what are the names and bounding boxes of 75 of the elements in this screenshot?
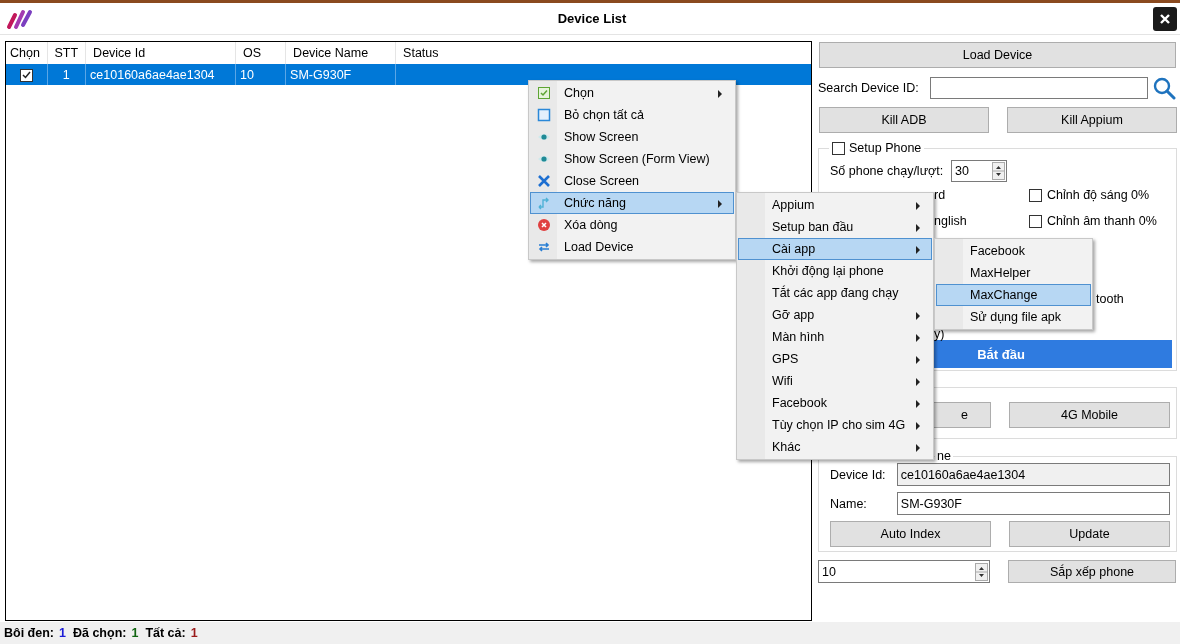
menu-item[interactable]: Setup ban đầu <box>738 216 932 238</box>
menu-item[interactable]: MaxHelper <box>936 262 1091 284</box>
menu-item[interactable]: Appium <box>738 194 932 216</box>
status-label: Tất cả: <box>145 626 186 640</box>
menu-item[interactable]: Khác <box>738 436 932 458</box>
menu-item[interactable]: Cài app <box>738 238 932 260</box>
logo-icon <box>6 7 34 30</box>
menu-item[interactable]: Gỡ app <box>738 304 932 326</box>
option-label: Chỉnh âm thanh 0% <box>1047 214 1157 228</box>
checkbox-icon <box>537 86 551 100</box>
status-count: 1 <box>190 626 198 640</box>
table-cell: ce10160a6ae4ae1304 <box>85 64 236 85</box>
menu-item[interactable]: Tùy chọn IP cho sim 4G <box>738 414 932 436</box>
group-label: ne <box>936 449 952 463</box>
status-count: 1 <box>59 626 66 640</box>
kill-button[interactable]: Kill ADB <box>819 107 989 133</box>
option-label: rd <box>934 188 946 202</box>
menu-item[interactable]: Chức năng <box>530 192 734 214</box>
device-button[interactable]: Auto Index <box>830 521 991 547</box>
menu-item[interactable]: Facebook <box>738 392 932 414</box>
number-spinner[interactable]: 10 <box>818 560 990 583</box>
menu-item[interactable]: Chọn <box>530 82 734 104</box>
setup-checkbox[interactable] <box>832 141 845 155</box>
arrange-button[interactable]: Sắp xếp phone <box>1008 560 1176 583</box>
status-label: Đã chọn: <box>72 626 127 640</box>
menu-item[interactable]: Xóa dòng <box>530 214 734 236</box>
menu-item[interactable]: Wifi <box>738 370 932 392</box>
table-cell: 10 <box>235 64 286 85</box>
row-checkbox[interactable] <box>19 68 33 82</box>
search-label: Search Device ID: <box>818 81 920 95</box>
option-label: tooth <box>1096 292 1124 306</box>
search-field[interactable] <box>930 77 1148 99</box>
window-title: Device List <box>556 11 628 26</box>
square-icon <box>537 108 551 122</box>
menu-item[interactable]: Show Screen (Form View) <box>530 148 734 170</box>
count-spinner[interactable]: 30 <box>951 160 1007 182</box>
name-field[interactable]: SM-G930F <box>896 492 1170 515</box>
swap-arrows-icon <box>537 240 551 254</box>
option-checkbox[interactable] <box>1029 214 1042 228</box>
count-label: Số phone chạy/lượt: <box>830 164 945 178</box>
menu-item[interactable]: MaxChange <box>936 284 1091 306</box>
status-label: Bôi đen: <box>4 626 54 640</box>
status-count: 1 <box>131 626 139 640</box>
check-icon <box>21 71 31 80</box>
option-label: y) <box>934 329 946 340</box>
table-cell: 1 <box>47 64 86 85</box>
column-header[interactable]: Status <box>395 42 811 64</box>
name-label: Name: <box>830 496 868 511</box>
device-button[interactable]: Update <box>1009 521 1170 547</box>
menu-item[interactable]: Show Screen <box>530 126 734 148</box>
spinner-arrows-icon <box>975 562 988 581</box>
delete-icon <box>537 218 551 232</box>
menu-item[interactable]: Close Screen <box>530 170 734 192</box>
turn-arrow-icon <box>537 196 551 210</box>
load-device-button[interactable]: Load Device <box>819 42 1176 68</box>
menu-item[interactable]: Khởi động lại phone <box>738 260 932 282</box>
close-button[interactable] <box>1153 6 1177 31</box>
option-label: Chỉnh độ sáng 0% <box>1047 188 1150 202</box>
network-button[interactable]: 4G Mobile <box>1009 402 1170 428</box>
menu-item[interactable]: Load Device <box>530 236 734 258</box>
search-icon <box>1152 76 1176 100</box>
kill-button[interactable]: Kill Appium <box>1007 107 1177 133</box>
menu-item[interactable]: Bỏ chọn tất cả <box>530 104 734 126</box>
spinner-arrows-icon <box>992 162 1005 180</box>
table-cell: SM-G930F <box>285 64 396 85</box>
menu-item[interactable]: Sử dụng file apk <box>936 306 1091 328</box>
close-icon <box>1159 12 1171 25</box>
option-checkbox[interactable] <box>1029 188 1042 202</box>
setup-label: Setup Phone <box>849 141 922 155</box>
menu-item[interactable]: Facebook <box>936 240 1091 262</box>
device-id-field[interactable]: ce10160a6ae4ae1304 <box>896 463 1170 486</box>
close-icon <box>537 174 551 188</box>
option-label: nglish <box>934 214 967 228</box>
device-id-label: Device Id: <box>830 467 887 482</box>
menu-item[interactable]: Tắt các app đang chạy <box>738 282 932 304</box>
